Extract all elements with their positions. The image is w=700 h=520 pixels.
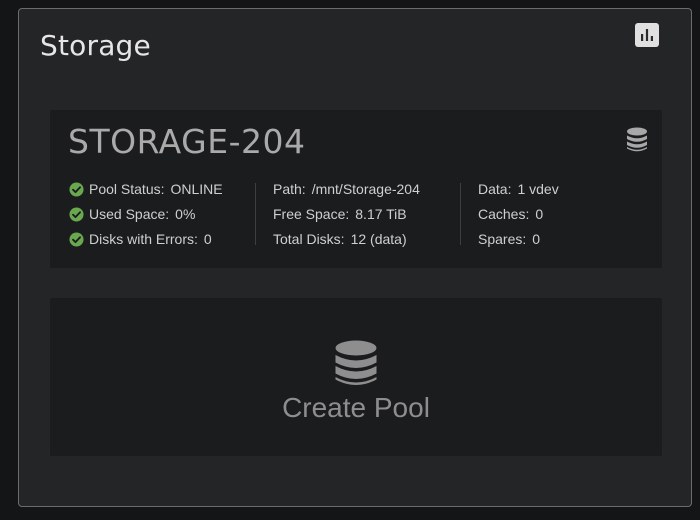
data-label: Data:: [478, 181, 512, 197]
pool-status-row: Pool Status: ONLINE: [69, 177, 223, 202]
path-row: Path: /mnt/Storage-204: [273, 177, 420, 202]
database-icon: [627, 127, 647, 152]
total-disks-value: 12 (data): [350, 231, 407, 247]
pool-summary-panel: STORAGE-204 Pool Status: ONLINE Used Spa…: [50, 110, 662, 268]
caches-label: Caches:: [478, 206, 530, 222]
spares-row: Spares: 0: [478, 227, 559, 252]
check-circle-icon: [69, 182, 84, 197]
free-space-value: 8.17 TiB: [355, 206, 407, 222]
pool-name: STORAGE-204: [68, 122, 306, 161]
path-label: Path:: [273, 181, 306, 197]
pool-capacity-column: Path: /mnt/Storage-204 Free Space: 8.17 …: [273, 177, 420, 252]
free-space-label: Free Space:: [273, 206, 350, 222]
data-vdev-row: Data: 1 vdev: [478, 177, 559, 202]
pool-status-value: ONLINE: [170, 181, 223, 197]
spares-value: 0: [532, 231, 541, 247]
caches-row: Caches: 0: [478, 202, 559, 227]
create-pool-button[interactable]: Create Pool: [50, 298, 662, 456]
spares-label: Spares:: [478, 231, 527, 247]
free-space-row: Free Space: 8.17 TiB: [273, 202, 420, 227]
disks-errors-label: Disks with Errors:: [89, 231, 198, 247]
used-space-value: 0%: [175, 206, 196, 222]
disks-errors-row: Disks with Errors: 0: [69, 227, 223, 252]
bar-chart-icon: [641, 29, 653, 41]
used-space-label: Used Space:: [89, 206, 170, 222]
disks-errors-value: 0: [203, 231, 212, 247]
pool-topology-column: Data: 1 vdev Caches: 0 Spares: 0: [478, 177, 559, 252]
storage-card: Storage STORAGE-204 Pool Status: ONLINE: [18, 8, 692, 507]
pool-status-column: Pool Status: ONLINE Used Space: 0% Disks…: [69, 177, 223, 252]
create-pool-label: Create Pool: [282, 392, 430, 423]
column-divider: [460, 183, 461, 245]
data-value: 1 vdev: [517, 181, 559, 197]
total-disks-row: Total Disks: 12 (data): [273, 227, 420, 252]
path-value: /mnt/Storage-204: [311, 181, 420, 197]
total-disks-label: Total Disks:: [273, 231, 345, 247]
caches-value: 0: [535, 206, 544, 222]
check-circle-icon: [69, 232, 84, 247]
column-divider: [255, 183, 256, 245]
check-circle-icon: [69, 207, 84, 222]
database-icon: [335, 340, 377, 385]
used-space-row: Used Space: 0%: [69, 202, 223, 227]
pool-status-label: Pool Status:: [89, 181, 165, 197]
card-title: Storage: [40, 29, 151, 62]
reports-button[interactable]: [635, 23, 659, 47]
